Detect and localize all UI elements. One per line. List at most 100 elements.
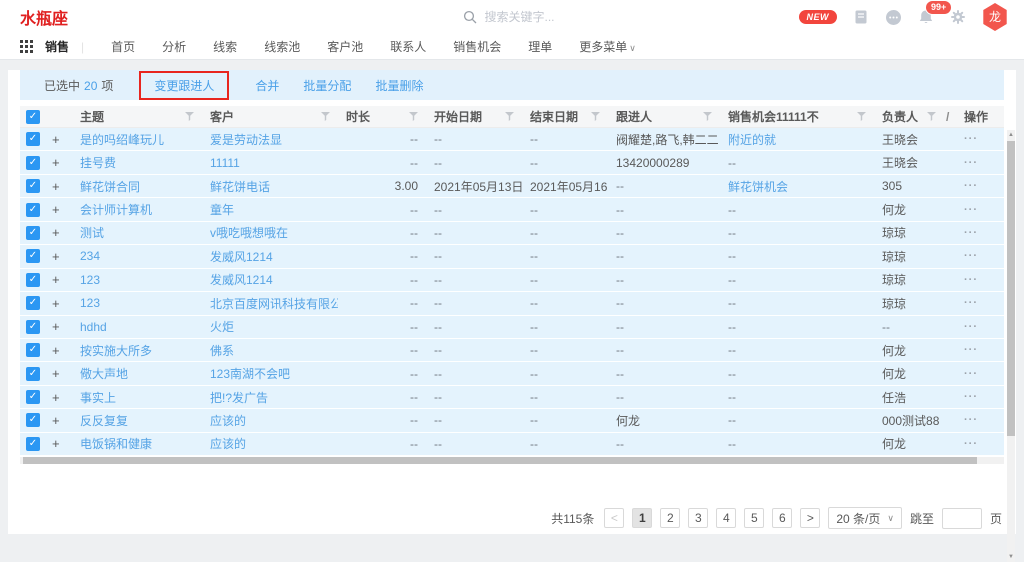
cell-subject-link[interactable]: 123 <box>72 296 202 310</box>
settings-button[interactable] <box>950 9 966 25</box>
nav-item-理单[interactable]: 理单 <box>528 38 552 55</box>
row-checkbox[interactable]: ✓ <box>26 132 40 146</box>
row-checkbox[interactable]: ✓ <box>26 179 40 193</box>
cell-customer-link[interactable]: 童年 <box>202 201 338 218</box>
nav-item-分析[interactable]: 分析 <box>162 38 186 55</box>
horizontal-scrollbar-thumb[interactable] <box>23 457 977 464</box>
vertical-scrollbar[interactable]: ▲ ▼ <box>1007 130 1015 562</box>
horizontal-scrollbar[interactable] <box>20 457 1004 464</box>
cell-customer-link[interactable]: 北京百度网讯科技有限公司 <box>202 295 338 312</box>
cell-customer-link[interactable]: 把!?发广告 <box>202 389 338 406</box>
row-checkbox[interactable]: ✓ <box>26 273 40 287</box>
row-checkbox[interactable]: ✓ <box>26 203 40 217</box>
cell-subject-link[interactable]: 234 <box>72 249 202 263</box>
row-actions-button[interactable]: ··· <box>956 321 1000 333</box>
row-checkbox[interactable]: ✓ <box>26 296 40 310</box>
filter-funnel-icon[interactable] <box>505 112 514 121</box>
row-checkbox[interactable]: ✓ <box>26 249 40 263</box>
cell-subject-link[interactable]: 是的吗绍峰玩儿 <box>72 131 202 148</box>
row-actions-button[interactable]: ··· <box>956 391 1000 403</box>
avatar[interactable]: 龙 <box>982 3 1008 31</box>
row-actions-button[interactable]: ··· <box>956 250 1000 262</box>
search-input[interactable] <box>483 9 633 25</box>
page-button-1[interactable]: 1 <box>632 508 652 528</box>
row-expand-button[interactable]: + <box>46 296 72 311</box>
nav-more-menu[interactable]: 更多菜单∨ <box>579 38 636 55</box>
jump-to-page-input[interactable] <box>942 508 982 529</box>
grid-menu-icon[interactable] <box>20 40 33 53</box>
row-actions-button[interactable]: ··· <box>956 344 1000 356</box>
cell-subject-link[interactable]: 会计师计算机 <box>72 201 202 218</box>
cell-subject-link[interactable]: 挂号费 <box>72 154 202 171</box>
filter-funnel-icon[interactable] <box>409 112 418 121</box>
filter-funnel-icon[interactable] <box>321 112 330 121</box>
cell-subject-link[interactable]: 鲜花饼合同 <box>72 178 202 195</box>
bulk-button-变更跟进人[interactable]: 变更跟进人 <box>139 71 229 100</box>
select-all-checkbox[interactable]: ✓ <box>26 110 40 124</box>
cell-subject-link[interactable]: 儆大声地 <box>72 365 202 382</box>
bulk-button-批量删除[interactable]: 批量删除 <box>375 77 423 94</box>
nav-item-线索[interactable]: 线索 <box>213 38 237 55</box>
row-actions-button[interactable]: ··· <box>956 414 1000 426</box>
page-button-3[interactable]: 3 <box>688 508 708 528</box>
row-actions-button[interactable]: ··· <box>956 438 1000 450</box>
bulk-button-批量分配[interactable]: 批量分配 <box>303 77 351 94</box>
scroll-down-arrow-icon[interactable]: ▼ <box>1007 552 1015 562</box>
row-expand-button[interactable]: + <box>46 366 72 381</box>
cell-subject-link[interactable]: 123 <box>72 273 202 287</box>
cell-opportunity-link[interactable]: 鲜花饼机会 <box>720 178 874 195</box>
row-checkbox[interactable]: ✓ <box>26 320 40 334</box>
row-actions-button[interactable]: ··· <box>956 204 1000 216</box>
cell-customer-link[interactable]: 爱是劳动法显 <box>202 131 338 148</box>
notifications-button[interactable]: 99+ <box>918 9 934 25</box>
row-checkbox[interactable]: ✓ <box>26 343 40 357</box>
cell-subject-link[interactable]: 事实上 <box>72 389 202 406</box>
row-expand-button[interactable]: + <box>46 155 72 170</box>
filter-funnel-icon[interactable] <box>703 112 712 121</box>
filter-funnel-icon[interactable] <box>591 112 600 121</box>
row-checkbox[interactable]: ✓ <box>26 390 40 404</box>
chat-button[interactable] <box>885 9 902 26</box>
row-checkbox[interactable]: ✓ <box>26 156 40 170</box>
cell-customer-link[interactable]: 应该的 <box>202 412 338 429</box>
row-expand-button[interactable]: + <box>46 132 72 147</box>
filter-funnel-icon[interactable] <box>927 112 936 121</box>
cell-customer-link[interactable]: 火炬 <box>202 318 338 335</box>
vertical-scrollbar-thumb[interactable] <box>1007 141 1015 436</box>
row-actions-button[interactable]: ··· <box>956 297 1000 309</box>
cell-customer-link[interactable]: 发威风1214 <box>202 248 338 265</box>
cell-customer-link[interactable]: v哦吃哦想哦在 <box>202 224 338 241</box>
row-expand-button[interactable]: + <box>46 436 72 451</box>
pagination-next-button[interactable]: > <box>800 508 820 528</box>
nav-app-sales[interactable]: 销售 <box>45 38 69 55</box>
cell-subject-link[interactable]: 测试 <box>72 224 202 241</box>
pagination-prev-button[interactable]: < <box>604 508 624 528</box>
page-size-select[interactable]: 20 条/页∨ <box>828 507 902 529</box>
cell-customer-link[interactable]: 佛系 <box>202 342 338 359</box>
search-box[interactable] <box>463 9 633 25</box>
row-actions-button[interactable]: ··· <box>956 227 1000 239</box>
page-button-2[interactable]: 2 <box>660 508 680 528</box>
nav-item-客户池[interactable]: 客户池 <box>327 38 363 55</box>
nav-item-联系人[interactable]: 联系人 <box>390 38 426 55</box>
cell-customer-link[interactable]: 应该的 <box>202 435 338 452</box>
row-expand-button[interactable]: + <box>46 343 72 358</box>
row-expand-button[interactable]: + <box>46 225 72 240</box>
row-expand-button[interactable]: + <box>46 202 72 217</box>
cell-customer-link[interactable]: 11111 <box>202 156 338 170</box>
nav-item-销售机会[interactable]: 销售机会 <box>453 38 501 55</box>
row-expand-button[interactable]: + <box>46 319 72 334</box>
cell-customer-link[interactable]: 发威风1214 <box>202 271 338 288</box>
row-actions-button[interactable]: ··· <box>956 368 1000 380</box>
row-expand-button[interactable]: + <box>46 272 72 287</box>
page-button-4[interactable]: 4 <box>716 508 736 528</box>
filter-funnel-icon[interactable] <box>857 112 866 121</box>
bulk-button-合并[interactable]: 合并 <box>255 77 279 94</box>
cell-subject-link[interactable]: 电饭锅和健康 <box>72 435 202 452</box>
row-expand-button[interactable]: + <box>46 179 72 194</box>
cell-customer-link[interactable]: 123南湖不会吧 <box>202 365 338 382</box>
row-expand-button[interactable]: + <box>46 413 72 428</box>
row-actions-button[interactable]: ··· <box>956 274 1000 286</box>
row-actions-button[interactable]: ··· <box>956 157 1000 169</box>
notebook-button[interactable] <box>853 9 869 25</box>
